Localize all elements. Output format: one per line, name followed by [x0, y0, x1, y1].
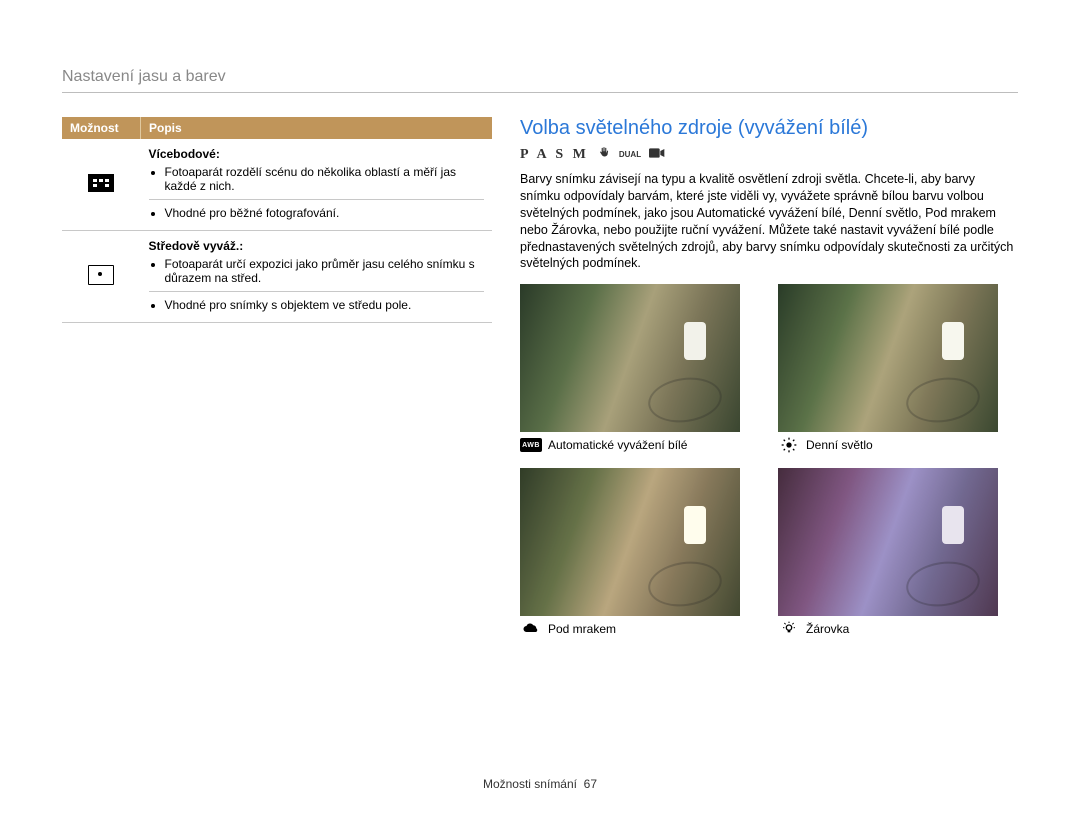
body-text: Barvy snímku závisejí na typu a kvalitě … — [520, 171, 1018, 272]
opt-bullet: Vhodné pro snímky s objektem ve středu p… — [165, 298, 485, 312]
table-row: Středově vyváž.: Fotoaparát určí expozic… — [62, 231, 492, 323]
th-option: Možnost — [62, 117, 141, 139]
multi-metering-icon — [88, 174, 114, 192]
sample-preview — [520, 284, 740, 432]
opt-bullet: Vhodné pro běžné fotografování. — [165, 206, 485, 220]
sample-awb: AWB Automatické vyvážení bílé — [520, 284, 760, 452]
bulb-icon — [778, 622, 800, 636]
video-icon — [649, 147, 665, 162]
hand-icon — [597, 146, 611, 163]
awb-icon: AWB — [520, 438, 542, 452]
sample-label: Pod mrakem — [548, 622, 616, 636]
center-metering-desc: Středově vyváž.: Fotoaparát určí expozic… — [141, 231, 493, 323]
sample-day: Denní světlo — [778, 284, 1018, 452]
sample-bulb: Žárovka — [778, 468, 1018, 636]
opt-title: Středově vyváž.: — [149, 239, 244, 253]
sun-icon — [778, 438, 800, 452]
th-desc: Popis — [141, 117, 493, 139]
breadcrumb: Nastavení jasu a barev — [62, 68, 1018, 93]
footer-label: Možnosti snímání — [483, 777, 577, 791]
sample-preview — [778, 284, 998, 432]
mode-pasm: P A S M — [520, 147, 589, 163]
wb-sample-grid: AWB Automatické vyvážení bílé Denní svět… — [520, 284, 1018, 636]
sample-label: Automatické vyvážení bílé — [548, 438, 687, 452]
sample-preview — [520, 468, 740, 616]
sample-label: Denní světlo — [806, 438, 873, 452]
center-metering-icon-cell — [62, 231, 141, 323]
table-row: Vícebodové: Fotoaparát rozdělí scénu do … — [62, 139, 492, 231]
page-footer: Možnosti snímání 67 — [0, 777, 1080, 791]
multi-metering-icon-cell — [62, 139, 141, 231]
footer-page: 67 — [584, 777, 597, 791]
multi-metering-desc: Vícebodové: Fotoaparát rozdělí scénu do … — [141, 139, 493, 231]
opt-bullet: Fotoaparát rozdělí scénu do několika obl… — [165, 165, 485, 193]
mode-row: P A S M DUAL — [520, 146, 1018, 163]
opt-title: Vícebodové: — [149, 147, 220, 161]
opt-bullet: Fotoaparát určí expozici jako průměr jas… — [165, 257, 485, 285]
cloud-icon — [520, 622, 542, 636]
sample-preview — [778, 468, 998, 616]
section-heading: Volba světelného zdroje (vyvážení bílé) — [520, 117, 1018, 140]
sample-label: Žárovka — [806, 622, 849, 636]
mode-dual: DUAL — [619, 150, 641, 159]
center-metering-icon — [88, 265, 114, 285]
sample-cloud: Pod mrakem — [520, 468, 760, 636]
metering-table: Možnost Popis Vícebodové: Fotoaparát roz… — [62, 117, 492, 636]
